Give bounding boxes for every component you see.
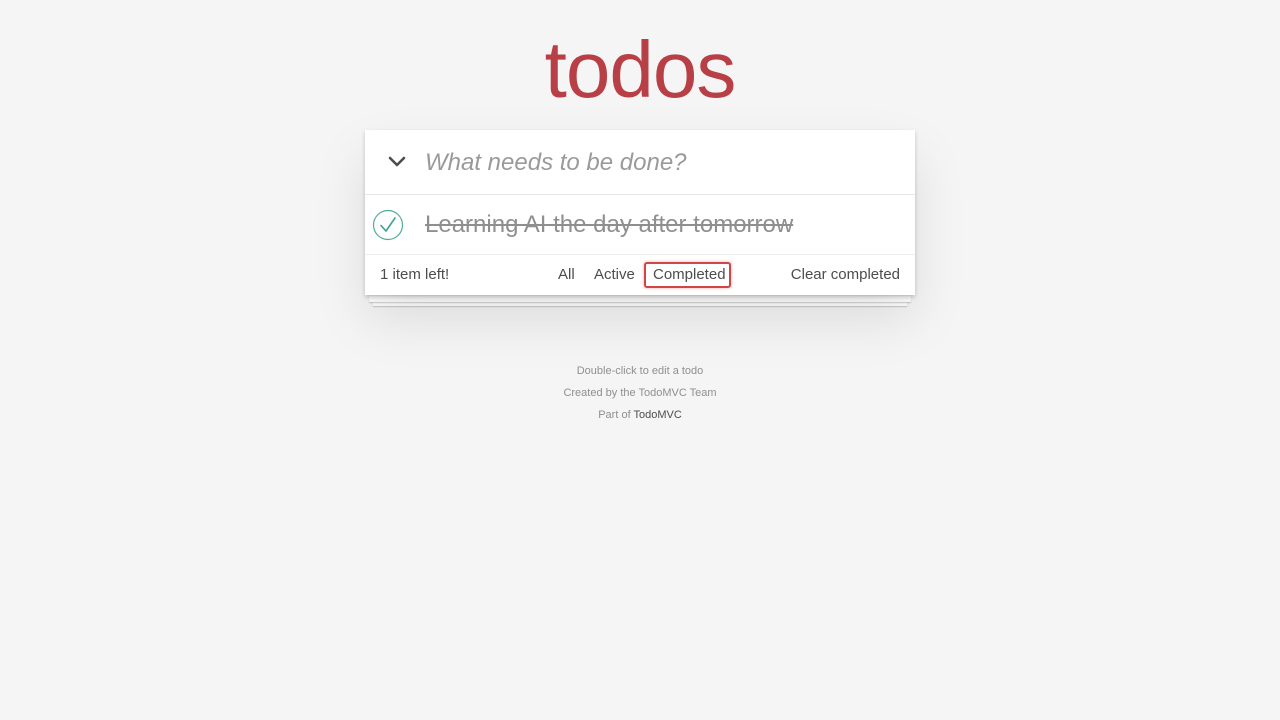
todo-card: Learning AI the day after tomorrow 1 ite… bbox=[365, 130, 915, 295]
info-footer: Double-click to edit a todo Created by t… bbox=[0, 360, 1280, 426]
todo-label[interactable]: Learning AI the day after tomorrow bbox=[425, 195, 793, 255]
item-count: 1 item left! bbox=[380, 266, 450, 283]
app-title: todos bbox=[544, 25, 737, 114]
new-todo-row bbox=[365, 130, 915, 195]
todo-footer: 1 item left! All Active Completed Clear … bbox=[365, 255, 915, 295]
todomvc-link[interactable]: TodoMVC bbox=[633, 409, 681, 421]
filter-all[interactable]: All bbox=[550, 262, 583, 288]
part-of-prefix: Part of bbox=[598, 409, 631, 421]
edit-hint: Double-click to edit a todo bbox=[576, 365, 704, 377]
card-stack-shadow bbox=[369, 296, 911, 302]
checkmark-icon[interactable] bbox=[372, 209, 404, 241]
part-of-text: Part of TodoMVC bbox=[0, 404, 1280, 426]
credit-text: Created by the TodoMVC Team bbox=[563, 387, 717, 399]
clear-completed-button[interactable]: Clear completed bbox=[791, 266, 900, 283]
filter-completed[interactable]: Completed bbox=[644, 262, 731, 288]
todo-item[interactable]: Learning AI the day after tomorrow bbox=[365, 195, 915, 255]
chevron-down-icon[interactable] bbox=[375, 146, 419, 178]
new-todo-input[interactable] bbox=[425, 130, 905, 195]
filter-active[interactable]: Active bbox=[586, 262, 643, 288]
filter-list: All Active Completed bbox=[550, 262, 731, 288]
